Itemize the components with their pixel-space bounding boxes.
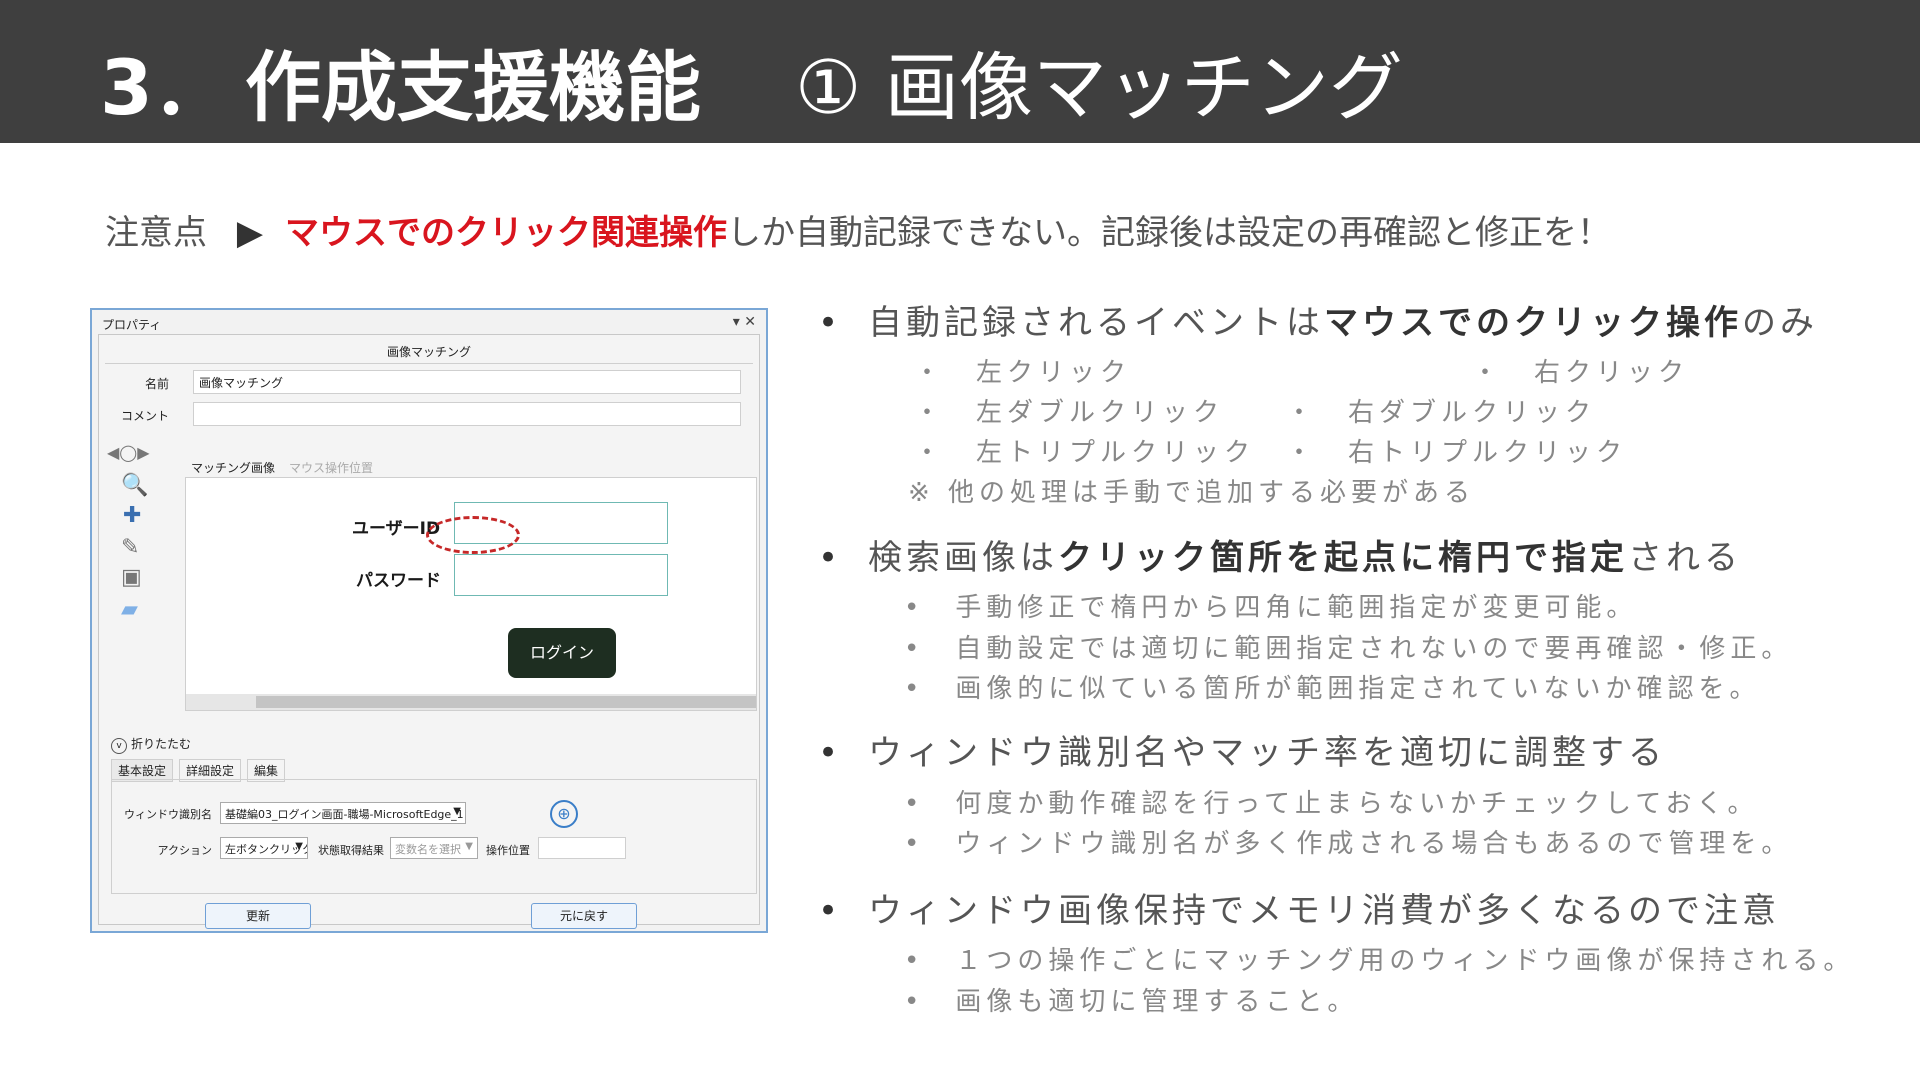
nav-arrows-icon[interactable]: ◀◯▶ <box>107 443 150 462</box>
page-subtitle: ① 画像マッチング <box>795 45 1403 131</box>
dialog-body: 画像マッチング 名前 画像マッチング コメント ◀◯▶ 🔍 ✚ ✎ ▣ ▰ マッ… <box>98 334 760 929</box>
bullet-4-sub-1: • １つの操作ごとにマッチング用のウィンドウ画像が保持される。 <box>904 946 1855 976</box>
settings-panel: ウィンドウ識別名 基礎編03_ログイン画面-職場-MicrosoftEdge_1… <box>111 779 757 894</box>
chevron-down-icon: ▼ <box>295 841 303 852</box>
bullet-1-sub-2: ・ 左ダブルクリック ・ 右ダブルクリック <box>914 398 1597 428</box>
revert-button[interactable]: 元に戻す <box>531 903 637 929</box>
bullet-4: • ウィンドウ画像保持でメモリ消費が多くなるので注意 <box>818 891 1780 931</box>
arrow-icon: ▶ <box>236 213 264 253</box>
position-field[interactable] <box>538 837 626 859</box>
scrollbar-thumb[interactable] <box>256 696 756 708</box>
mock-password-label: パスワード <box>356 571 441 591</box>
chevron-down-icon: v <box>111 738 127 754</box>
property-dialog: プロパティ ▾ ✕ 画像マッチング 名前 画像マッチング コメント ◀◯▶ 🔍 … <box>90 308 768 933</box>
action-select[interactable]: 左ボタンクリック ▼ <box>220 837 308 859</box>
bullet-1: • 自動記録されるイベントはマウスでのクリック操作のみ <box>818 303 1818 343</box>
tab-matching-image[interactable]: マッチング画像 <box>191 459 275 476</box>
comment-label: コメント <box>120 409 169 423</box>
page-title: 作成支援機能 <box>245 43 701 132</box>
pointer-icon[interactable]: ✚ <box>123 503 141 528</box>
bullet-3: • ウィンドウ識別名やマッチ率を適切に調整する <box>818 733 1666 773</box>
state-label: 状態取得結果 <box>318 844 384 857</box>
bullet-3-sub-1: • 何度か動作確認を行って止まらないかチェックしておく。 <box>904 789 1759 819</box>
bullet-2-sub-1: • 手動修正で楕円から四角に範囲指定が変更可能。 <box>904 593 1638 623</box>
comment-field[interactable] <box>193 402 741 426</box>
caution-label: 注意点 <box>105 213 207 253</box>
dialog-title: プロパティ <box>102 318 162 332</box>
folder-icon[interactable]: ▰ <box>121 597 138 622</box>
chevron-down-icon: ▼ <box>453 806 461 817</box>
fold-label: 折りたたむ <box>131 737 192 751</box>
name-label: 名前 <box>144 377 169 391</box>
bullet-1-sub-1: ・ 左クリック ・ 右クリック <box>914 358 1690 388</box>
bullet-2-sub-2: • 自動設定では適切に範囲指定されないので要再確認・修正。 <box>904 634 1793 664</box>
caution-highlight: マウスでのクリック関連操作 <box>285 213 727 253</box>
mock-password-field <box>454 554 668 596</box>
divider <box>105 363 753 364</box>
edit-icon[interactable]: ✎ <box>121 535 139 560</box>
target-icon[interactable]: ⊕ <box>550 800 578 828</box>
state-value: 変数名を選択 <box>395 843 461 856</box>
bullet-2-sub-3: • 画像的に似ている箇所が範囲指定されていないか確認を。 <box>904 674 1761 704</box>
bullet-4-sub-2: • 画像も適切に管理すること。 <box>904 987 1359 1017</box>
bullet-1-sub-3: ・ 左トリプルクリック ・ 右トリプルクリック <box>914 438 1628 468</box>
window-id-label: ウィンドウ識別名 <box>124 808 212 821</box>
mock-login-button: ログイン <box>508 628 616 678</box>
title-bar: 3． 作成支援機能 ① 画像マッチング <box>0 0 1920 143</box>
fold-toggle[interactable]: v 折りたたむ <box>111 735 191 754</box>
bullet-2: • 検索画像はクリック箇所を起点に楕円で指定される <box>818 538 1742 578</box>
update-button[interactable]: 更新 <box>205 903 311 929</box>
horizontal-scrollbar[interactable] <box>186 694 756 710</box>
match-ellipse[interactable] <box>426 516 520 554</box>
action-label: アクション <box>157 844 212 857</box>
dialog-heading: 画像マッチング <box>386 345 471 359</box>
position-label: 操作位置 <box>486 844 530 857</box>
caution-line: 注意点 ▶ マウスでのクリック関連操作しか自動記録できない。記録後は設定の再確認と修… <box>105 205 1611 254</box>
window-controls[interactable]: ▾ ✕ <box>733 314 756 330</box>
magnifier-icon[interactable]: 🔍 <box>121 473 148 498</box>
image-icon[interactable]: ▣ <box>121 565 142 590</box>
caution-text: しか自動記録できない。記録後は設定の再確認と修正を！ <box>727 213 1611 253</box>
bullet-3-sub-2: • ウィンドウ識別名が多く作成される場合もあるので管理を。 <box>904 829 1793 859</box>
window-id-value: 基礎編03_ログイン画面-職場-MicrosoftEdge_1 <box>225 808 464 821</box>
window-id-select[interactable]: 基礎編03_ログイン画面-職場-MicrosoftEdge_1 ▼ <box>220 802 466 824</box>
bullet-1-sub-4: ※ 他の処理は手動で追加する必要がある <box>908 478 1476 508</box>
section-number: 3． <box>100 43 229 132</box>
tab-mouse-position[interactable]: マウス操作位置 <box>289 459 373 476</box>
name-field[interactable]: 画像マッチング <box>193 370 741 394</box>
matching-image-canvas: ユーザーID パスワード ログイン <box>185 477 757 711</box>
